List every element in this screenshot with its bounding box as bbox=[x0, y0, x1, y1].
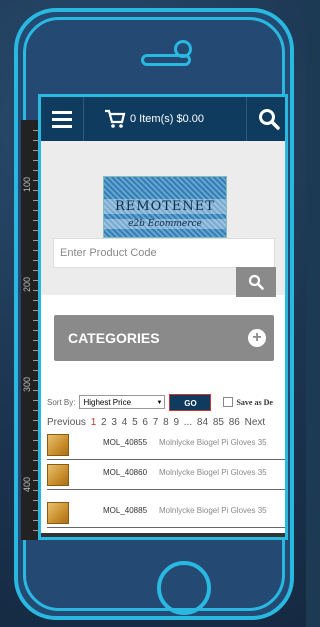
product-sku[interactable]: MOL_40855 bbox=[103, 438, 147, 447]
plus-icon: + bbox=[248, 329, 266, 347]
sort-bar: Sort By: Highest Price GO Save as De bbox=[47, 393, 285, 411]
cart-link[interactable]: 0 Item(s) $0.00 bbox=[84, 97, 247, 141]
logo-title: REMOTENET bbox=[104, 199, 226, 214]
product-box-icon bbox=[47, 434, 69, 456]
pager-page-link[interactable]: 4 bbox=[122, 417, 128, 428]
pager-page-link[interactable]: 6 bbox=[142, 417, 148, 428]
pagination: Previous 1 2 3 4 5 6 7 8 9 ... 84 85 86 … bbox=[47, 417, 267, 428]
product-row[interactable]: MOL_40860 Molnlycke Biogel Pi Gloves 35 bbox=[47, 463, 285, 490]
categories-button[interactable]: CATEGORIES + bbox=[54, 315, 274, 361]
vertical-ruler: 100 200 300 400 bbox=[21, 120, 38, 540]
pager-page-link[interactable]: 5 bbox=[132, 417, 138, 428]
product-description[interactable]: Molnlycke Biogel Pi Gloves 35 bbox=[159, 506, 267, 515]
pager-page-link[interactable]: 8 bbox=[163, 417, 169, 428]
product-description[interactable]: Molnlycke Biogel Pi Gloves 35 bbox=[159, 438, 267, 447]
save-as-default-label: Save as De bbox=[236, 397, 273, 407]
sort-go-button[interactable]: GO bbox=[169, 393, 212, 411]
product-description[interactable]: Molnlycke Biogel Pi Gloves 35 bbox=[159, 468, 267, 477]
save-as-default-checkbox[interactable] bbox=[223, 397, 234, 407]
header-area: REMOTENET e2b Ecommerce Enter Product Co… bbox=[41, 141, 285, 297]
cart-summary: 0 Item(s) $0.00 bbox=[130, 113, 204, 125]
product-row[interactable]: MOL_40855 Molnlycke Biogel Pi Gloves 35 bbox=[47, 433, 285, 460]
ruler-label: 100 bbox=[22, 176, 32, 192]
phone-screen: 0 Item(s) $0.00 REMOTENET e2b Ecommerce … bbox=[38, 94, 288, 540]
pager-page-link[interactable]: 9 bbox=[173, 417, 179, 428]
categories-label: CATEGORIES bbox=[68, 330, 160, 346]
product-box-icon bbox=[47, 464, 69, 486]
hamburger-menu-icon[interactable] bbox=[41, 97, 84, 141]
ruler-label: 300 bbox=[22, 376, 32, 392]
home-button[interactable] bbox=[157, 561, 211, 615]
pager-page-link[interactable]: 2 bbox=[101, 417, 107, 428]
pager-page-link[interactable]: 84 bbox=[197, 417, 208, 428]
pager-previous[interactable]: Previous bbox=[47, 417, 86, 428]
product-code-input[interactable]: Enter Product Code bbox=[53, 238, 275, 268]
remotenet-logo[interactable]: REMOTENET e2b Ecommerce bbox=[103, 176, 227, 238]
product-search-button[interactable] bbox=[236, 267, 276, 297]
ruler-label: 400 bbox=[22, 476, 32, 492]
product-box-icon bbox=[47, 502, 69, 524]
sort-label: Sort By: bbox=[47, 397, 76, 407]
search-icon bbox=[248, 274, 264, 290]
pager-current-page: 1 bbox=[90, 417, 97, 428]
sort-select[interactable]: Highest Price bbox=[79, 395, 166, 410]
pager-page-link[interactable]: 7 bbox=[153, 417, 159, 428]
logo-subtitle: e2b Ecommerce bbox=[104, 219, 226, 229]
pager-next[interactable]: Next bbox=[245, 417, 266, 428]
top-nav-bar: 0 Item(s) $0.00 bbox=[41, 97, 285, 141]
speaker-icon bbox=[141, 54, 191, 66]
pager-page-link[interactable]: 85 bbox=[213, 417, 224, 428]
pager-ellipsis: ... bbox=[183, 417, 193, 428]
bottom-scroll-bar[interactable] bbox=[41, 533, 285, 537]
search-icon[interactable] bbox=[247, 97, 285, 141]
product-row[interactable]: MOL_40885 Molnlycke Biogel Pi Gloves 35 bbox=[47, 501, 285, 528]
pager-page-link[interactable]: 86 bbox=[229, 417, 240, 428]
ruler-label: 200 bbox=[22, 276, 32, 292]
cart-icon bbox=[105, 109, 126, 128]
product-sku[interactable]: MOL_40860 bbox=[103, 468, 147, 477]
pager-page-link[interactable]: 3 bbox=[111, 417, 117, 428]
product-sku[interactable]: MOL_40885 bbox=[103, 506, 147, 515]
